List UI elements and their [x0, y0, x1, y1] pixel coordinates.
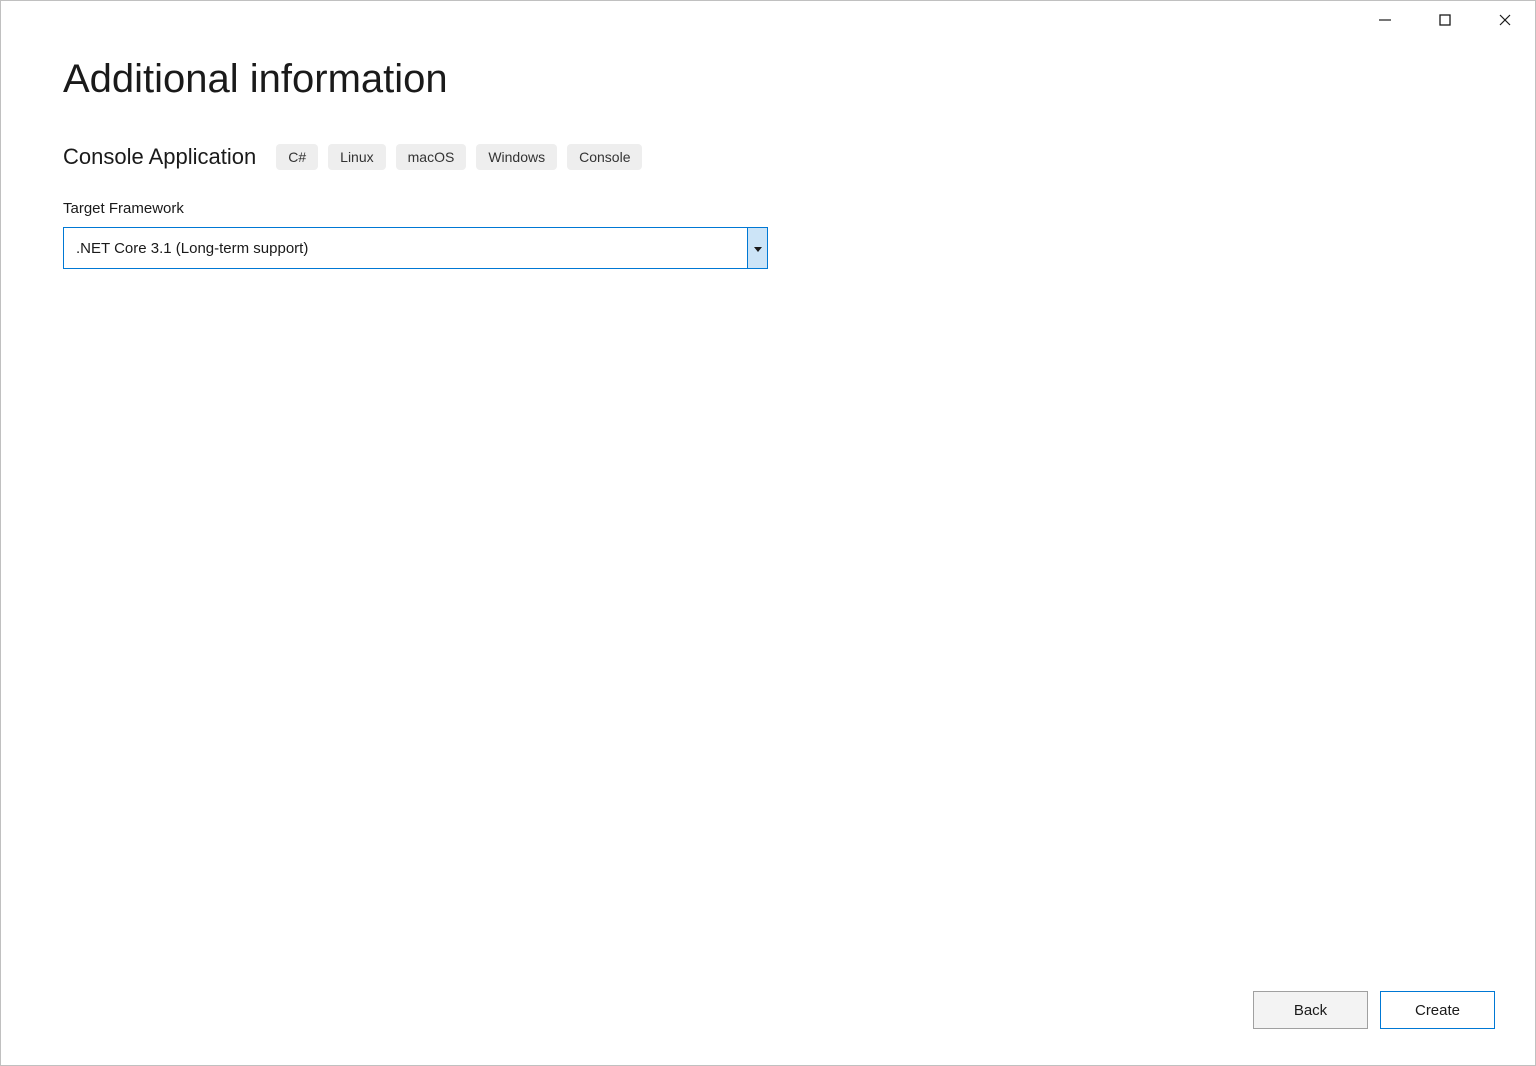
main-content: Additional information Console Applicati… [1, 1, 1535, 269]
dropdown-arrow [747, 228, 767, 268]
tag-console: Console [567, 144, 642, 170]
project-type-label: Console Application [63, 144, 256, 170]
target-framework-dropdown[interactable]: .NET Core 3.1 (Long-term support) [63, 227, 768, 269]
chevron-down-icon [754, 239, 762, 257]
minimize-button[interactable] [1355, 1, 1415, 41]
tag-macos: macOS [396, 144, 467, 170]
tag-csharp: C# [276, 144, 318, 170]
close-icon [1498, 13, 1512, 30]
window-titlebar [1355, 1, 1535, 41]
maximize-icon [1438, 13, 1452, 30]
target-framework-selected: .NET Core 3.1 (Long-term support) [64, 228, 747, 268]
close-button[interactable] [1475, 1, 1535, 41]
target-framework-label: Target Framework [63, 200, 1473, 217]
page-title: Additional information [63, 57, 1473, 102]
minimize-icon [1378, 13, 1392, 30]
back-button[interactable]: Back [1253, 991, 1368, 1029]
create-button[interactable]: Create [1380, 991, 1495, 1029]
maximize-button[interactable] [1415, 1, 1475, 41]
tag-linux: Linux [328, 144, 385, 170]
project-tags: C# Linux macOS Windows Console [276, 144, 642, 170]
project-type-row: Console Application C# Linux macOS Windo… [63, 144, 1473, 170]
tag-windows: Windows [476, 144, 557, 170]
footer-buttons: Back Create [1253, 991, 1495, 1029]
